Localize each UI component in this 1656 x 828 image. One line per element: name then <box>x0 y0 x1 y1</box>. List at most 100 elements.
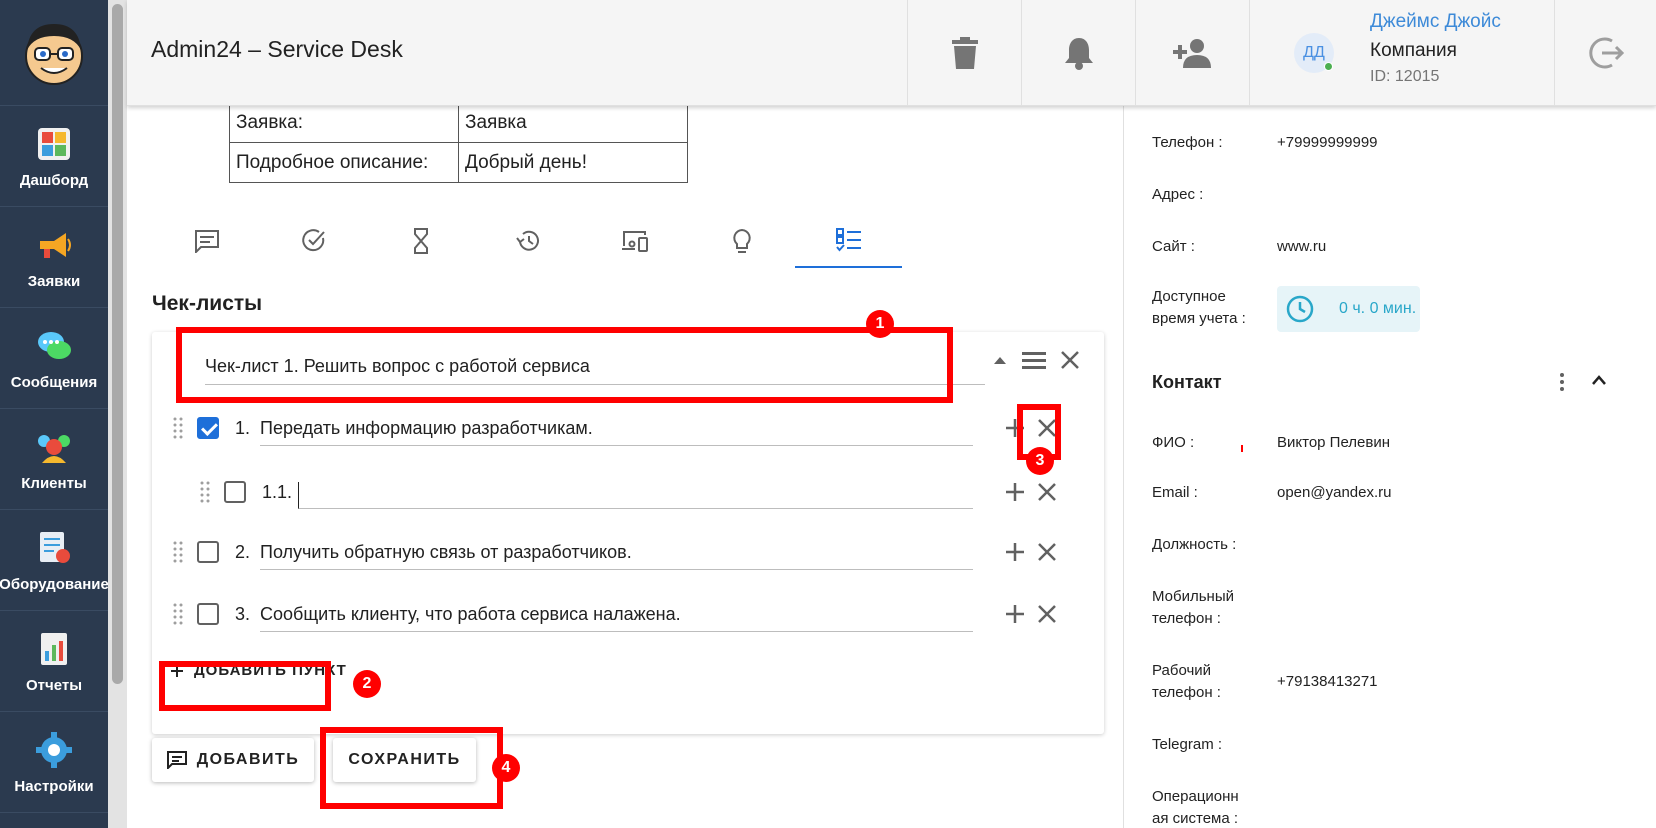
site-label: Сайт : <box>1152 238 1195 255</box>
phone-label: Телефон : <box>1152 134 1223 151</box>
telegram-label: Telegram : <box>1152 736 1223 753</box>
company-name: Компания <box>1370 40 1457 61</box>
avatar[interactable]: ДД <box>1294 33 1334 73</box>
client-info-panel: Телефон : +79999999999 Адрес : Сайт : ww… <box>1123 106 1656 828</box>
sidebar-item-reports[interactable]: Отчеты <box>0 611 108 712</box>
chat-bubbles-icon <box>38 331 71 359</box>
comment-icon <box>194 230 219 253</box>
app-logo[interactable] <box>0 0 108 106</box>
menu-icon[interactable] <box>1022 351 1046 369</box>
item-checkbox[interactable] <box>224 481 246 503</box>
logout-icon <box>1588 37 1624 69</box>
annotation-badge: 3 <box>1026 447 1054 475</box>
table-cell: Заявка <box>458 102 688 143</box>
table-cell: Добрый день! <box>458 142 688 183</box>
sidebar-item-clients[interactable]: Клиенты <box>0 409 108 510</box>
add-subitem-icon[interactable] <box>1003 602 1027 626</box>
app-title: Admin24 – Service Desk <box>151 36 403 62</box>
add-user-button[interactable] <box>1135 0 1249 106</box>
delete-item-icon[interactable] <box>1035 540 1059 564</box>
contact-title: Контакт <box>1152 372 1222 392</box>
close-icon[interactable] <box>1060 350 1080 370</box>
item-number: 2. <box>235 542 251 562</box>
item-checkbox[interactable] <box>197 417 219 439</box>
email-label: Email : <box>1152 484 1198 501</box>
checklist-item: 3. Сообщить клиенту, что работа сервиса … <box>152 590 1104 640</box>
item-text-input[interactable] <box>298 482 973 509</box>
checklist-subitem: 1.1. <box>152 468 1104 518</box>
sidebar-item-label: Заявки <box>27 272 81 290</box>
add-button[interactable]: ДОБАВИТЬ <box>152 738 314 782</box>
os-label: Операционная система : <box>1152 788 1239 827</box>
tab-history[interactable] <box>474 214 581 268</box>
sidebar-item-requests[interactable]: Заявки <box>0 207 108 308</box>
tab-checklists[interactable] <box>795 214 902 268</box>
item-text-input[interactable]: Сообщить клиенту, что работа сервиса нал… <box>260 604 973 632</box>
chevron-up-icon[interactable] <box>1591 374 1607 386</box>
tab-tasks[interactable] <box>260 214 367 268</box>
sidebar-item-messages[interactable]: Сообщения <box>0 308 108 409</box>
section-title: Чек-листы <box>152 292 263 315</box>
check-circle-icon <box>301 229 325 252</box>
annotation-box-checklist-title <box>176 327 953 403</box>
hourglass-icon <box>413 228 428 254</box>
avatar-initials: ДД <box>1303 44 1325 61</box>
fio-label: ФИО : <box>1152 434 1195 451</box>
item-number: 3. <box>235 604 251 624</box>
tab-devices[interactable] <box>581 214 688 268</box>
delete-item-icon[interactable] <box>1035 480 1059 504</box>
item-text-input[interactable]: Передать информацию разработчикам. <box>260 418 973 446</box>
table-cell: Подробное описание: <box>229 142 459 183</box>
email-value: open@yandex.ru <box>1277 484 1392 501</box>
item-number: 1. <box>235 418 251 438</box>
reports-icon <box>41 632 67 665</box>
history-icon <box>515 230 539 251</box>
add-subitem-icon[interactable] <box>1003 540 1027 564</box>
table-row: Подробное описание: Добрый день! <box>229 142 688 183</box>
sidebar-item-dashboard[interactable]: Дашборд <box>0 106 108 207</box>
drag-handle-icon[interactable] <box>173 417 183 439</box>
item-number: 1.1. <box>262 482 293 502</box>
tab-time[interactable] <box>367 214 474 268</box>
top-header: Admin24 – Service Desk ДД Джеймс Джойс К… <box>127 0 1656 106</box>
drag-handle-icon[interactable] <box>173 541 183 563</box>
dashboard-icon <box>38 127 70 160</box>
work-phone-label: Рабочий телефон : <box>1152 662 1221 701</box>
tab-ideas[interactable] <box>688 214 795 268</box>
drag-handle-icon[interactable] <box>200 481 210 503</box>
tab-comments[interactable] <box>153 214 260 268</box>
delete-item-icon[interactable] <box>1035 602 1059 626</box>
scrollbar-thumb[interactable] <box>112 4 123 684</box>
equipment-icon <box>40 531 70 563</box>
annotation-badge: 1 <box>866 310 894 338</box>
checklist-item: 2. Получить обратную связь от разработчи… <box>152 528 1104 578</box>
main-content: Заявка: Заявка Подробное описание: Добрый … <box>127 102 1123 828</box>
position-label: Должность : <box>1152 536 1237 553</box>
work-phone-value: +79138413271 <box>1277 673 1378 690</box>
item-text-input[interactable]: Получить обратную связь от разработчиков… <box>260 542 973 570</box>
item-checkbox[interactable] <box>197 541 219 563</box>
sidebar-item-settings[interactable]: Настройки <box>0 712 108 813</box>
add-user-icon <box>1172 39 1211 68</box>
add-subitem-icon[interactable] <box>1003 480 1027 504</box>
sidebar-item-label: Отчеты <box>25 676 83 694</box>
checklist-item: 1. Передать информацию разработчикам. <box>152 404 1104 454</box>
sidebar-scrollbar[interactable] <box>108 0 127 828</box>
lightbulb-icon <box>732 228 751 253</box>
online-status-dot <box>1324 62 1333 71</box>
trash-button[interactable] <box>907 0 1021 106</box>
more-vertical-icon[interactable] <box>1559 372 1565 392</box>
gear-icon <box>36 731 72 768</box>
item-checkbox[interactable] <box>197 603 219 625</box>
logout-button[interactable] <box>1554 0 1656 106</box>
required-marker <box>1241 445 1243 452</box>
user-name-link[interactable]: Джеймс Джойс <box>1370 11 1501 33</box>
collapse-icon[interactable] <box>992 355 1008 365</box>
user-profile[interactable]: ДД Джеймс Джойс Компания ID: 12015 <box>1249 0 1554 106</box>
sidebar-item-equipment[interactable]: Оборудование <box>0 510 109 611</box>
checklist-tools <box>992 350 1080 370</box>
sidebar: Дашборд Заявки Сообщения Клиенты Оборудо… <box>0 0 109 828</box>
table-row: Заявка: Заявка <box>229 102 688 143</box>
drag-handle-icon[interactable] <box>173 603 183 625</box>
notifications-button[interactable] <box>1021 0 1135 106</box>
